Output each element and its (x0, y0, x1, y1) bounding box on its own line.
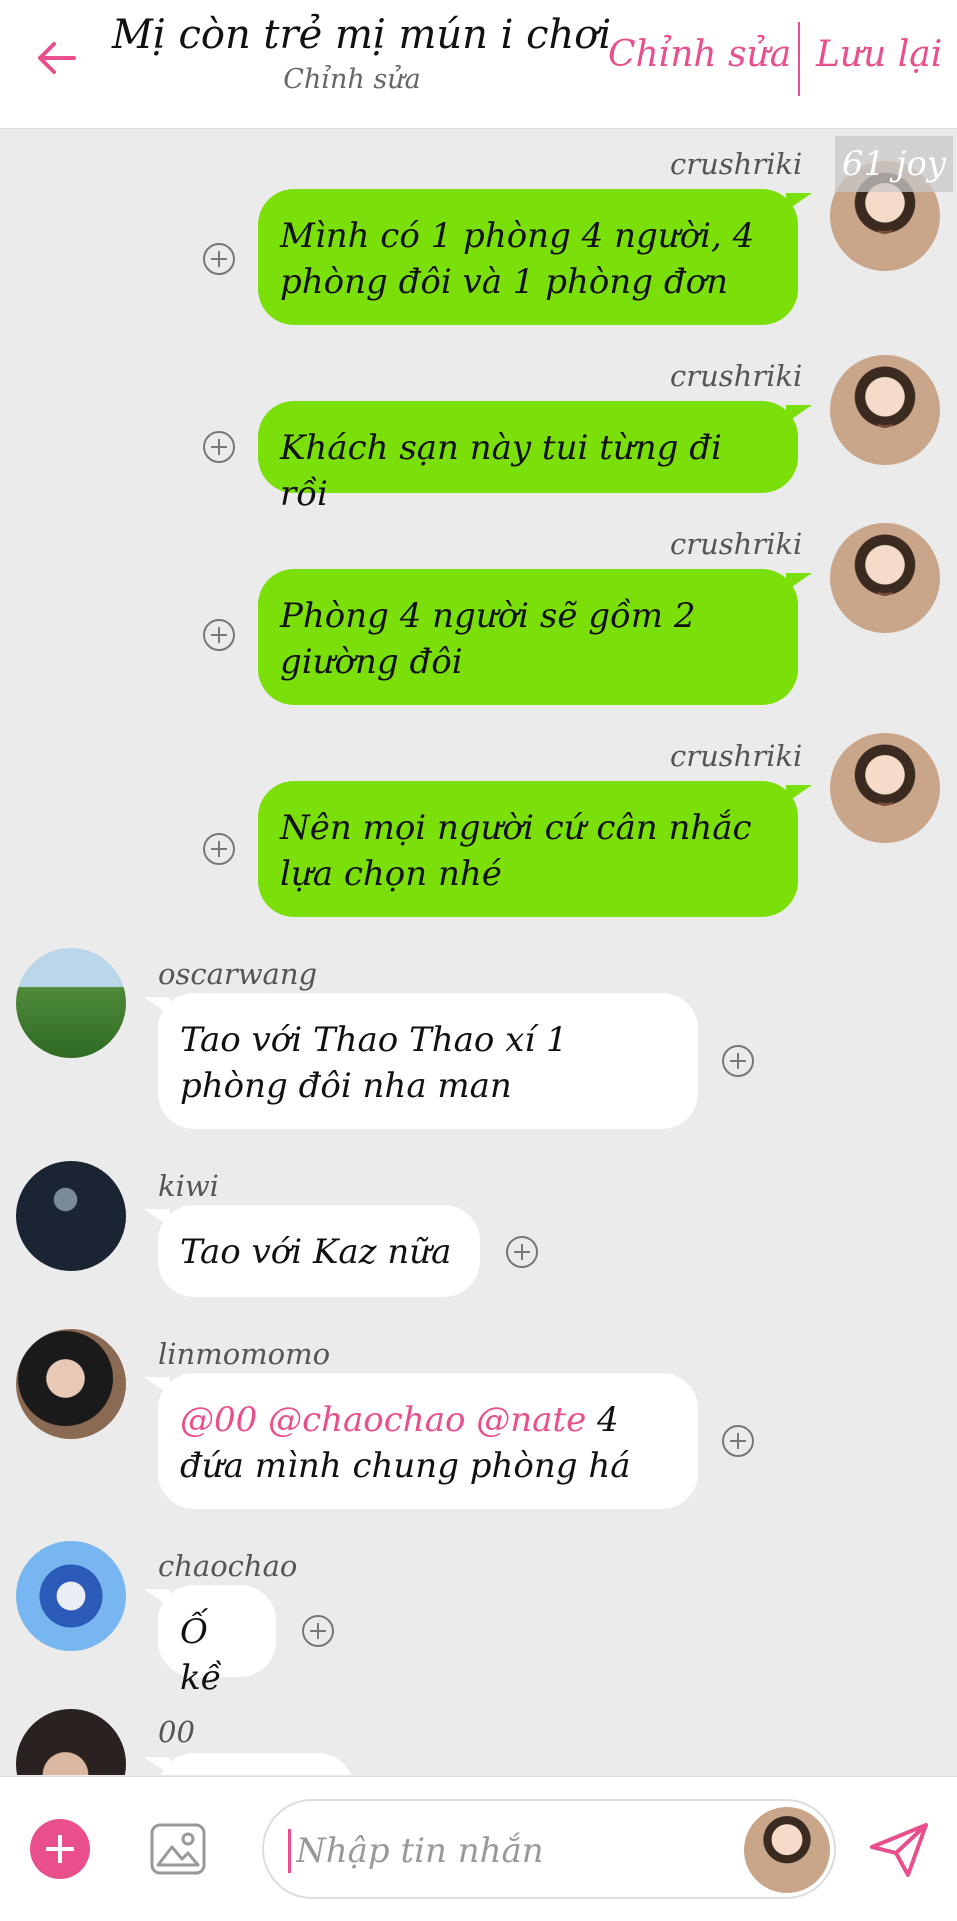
send-button[interactable] (866, 1817, 932, 1883)
avatar[interactable] (830, 355, 940, 465)
chat-title: Mị còn trẻ mị mún i chơi (112, 12, 612, 58)
avatar[interactable] (16, 1709, 126, 1775)
message-bubble[interactable]: Ố kề (144, 1585, 276, 1698)
text-caret (288, 1829, 291, 1873)
title-block: Mị còn trẻ mị mún i chơi Chỉnh sửa (112, 12, 612, 95)
message-input[interactable] (294, 1825, 718, 1877)
message-username: crushriki (670, 359, 803, 393)
chat-messages[interactable]: crushriki Mình có 1 phòng 4 người, 4 phò… (0, 129, 957, 1775)
message-username: crushriki (670, 527, 803, 561)
message-username: crushriki (670, 739, 803, 773)
message-bubble[interactable] (144, 1753, 354, 1775)
save-button[interactable]: Lưu lại (816, 34, 942, 75)
add-icon[interactable] (30, 1819, 90, 1879)
message-username: chaochao (158, 1549, 298, 1583)
back-button[interactable] (28, 30, 84, 86)
message-username: kiwi (158, 1169, 219, 1203)
avatar[interactable] (16, 948, 126, 1058)
plus-circle-icon[interactable] (203, 431, 235, 463)
message-input-box[interactable] (262, 1799, 836, 1899)
avatar[interactable] (16, 1541, 126, 1651)
composer-bar (0, 1776, 957, 1921)
message-username: oscarwang (158, 957, 318, 991)
message-bubble[interactable]: Tao với Thao Thao xí 1 phòng đôi nha man (144, 993, 698, 1129)
plus-circle-icon[interactable] (506, 1236, 538, 1268)
message-bubble[interactable]: Khách sạn này tui từng đi rồi (258, 401, 812, 514)
header-divider (798, 22, 800, 96)
message-bubble[interactable]: Mình có 1 phòng 4 người, 4 phòng đôi và … (258, 189, 812, 325)
back-arrow-icon (38, 42, 76, 74)
plus-circle-icon[interactable] (722, 1425, 754, 1457)
image-icon (150, 1823, 206, 1875)
plus-circle-icon[interactable] (203, 833, 235, 865)
message-bubble[interactable]: Phòng 4 người sẽ gồm 2 giường đôi (258, 569, 812, 705)
sticker-avatar[interactable] (744, 1807, 830, 1893)
send-icon (870, 1823, 928, 1877)
plus-circle-icon[interactable] (203, 243, 235, 275)
avatar[interactable] (830, 523, 940, 633)
avatar[interactable] (16, 1161, 126, 1271)
chat-subtitle: Chỉnh sửa (283, 64, 421, 95)
avatar[interactable] (830, 733, 940, 843)
message-bubble[interactable]: Tao với Kaz nữa (144, 1205, 480, 1297)
edit-button[interactable]: Chỉnh sửa (608, 34, 791, 75)
plus-circle-icon[interactable] (722, 1045, 754, 1077)
message-mentions[interactable]: @00 @chaochao @nate (180, 1400, 586, 1440)
image-button[interactable] (148, 1819, 208, 1879)
plus-circle-icon[interactable] (203, 619, 235, 651)
message-username: crushriki (670, 147, 803, 181)
watermark: 61 joy (835, 136, 953, 192)
message-bubble[interactable]: Nên mọi người cứ cân nhắc lựa chọn nhé (258, 781, 812, 917)
message-username: linmomomo (158, 1337, 331, 1371)
chat-header: Mị còn trẻ mị mún i chơi Chỉnh sửa Chỉnh… (0, 0, 957, 129)
avatar[interactable] (16, 1329, 126, 1439)
message-bubble[interactable]: @00 @chaochao @nate 4 đứa mình chung phò… (144, 1373, 698, 1509)
message-username: 00 (158, 1715, 195, 1749)
plus-circle-icon[interactable] (302, 1615, 334, 1647)
